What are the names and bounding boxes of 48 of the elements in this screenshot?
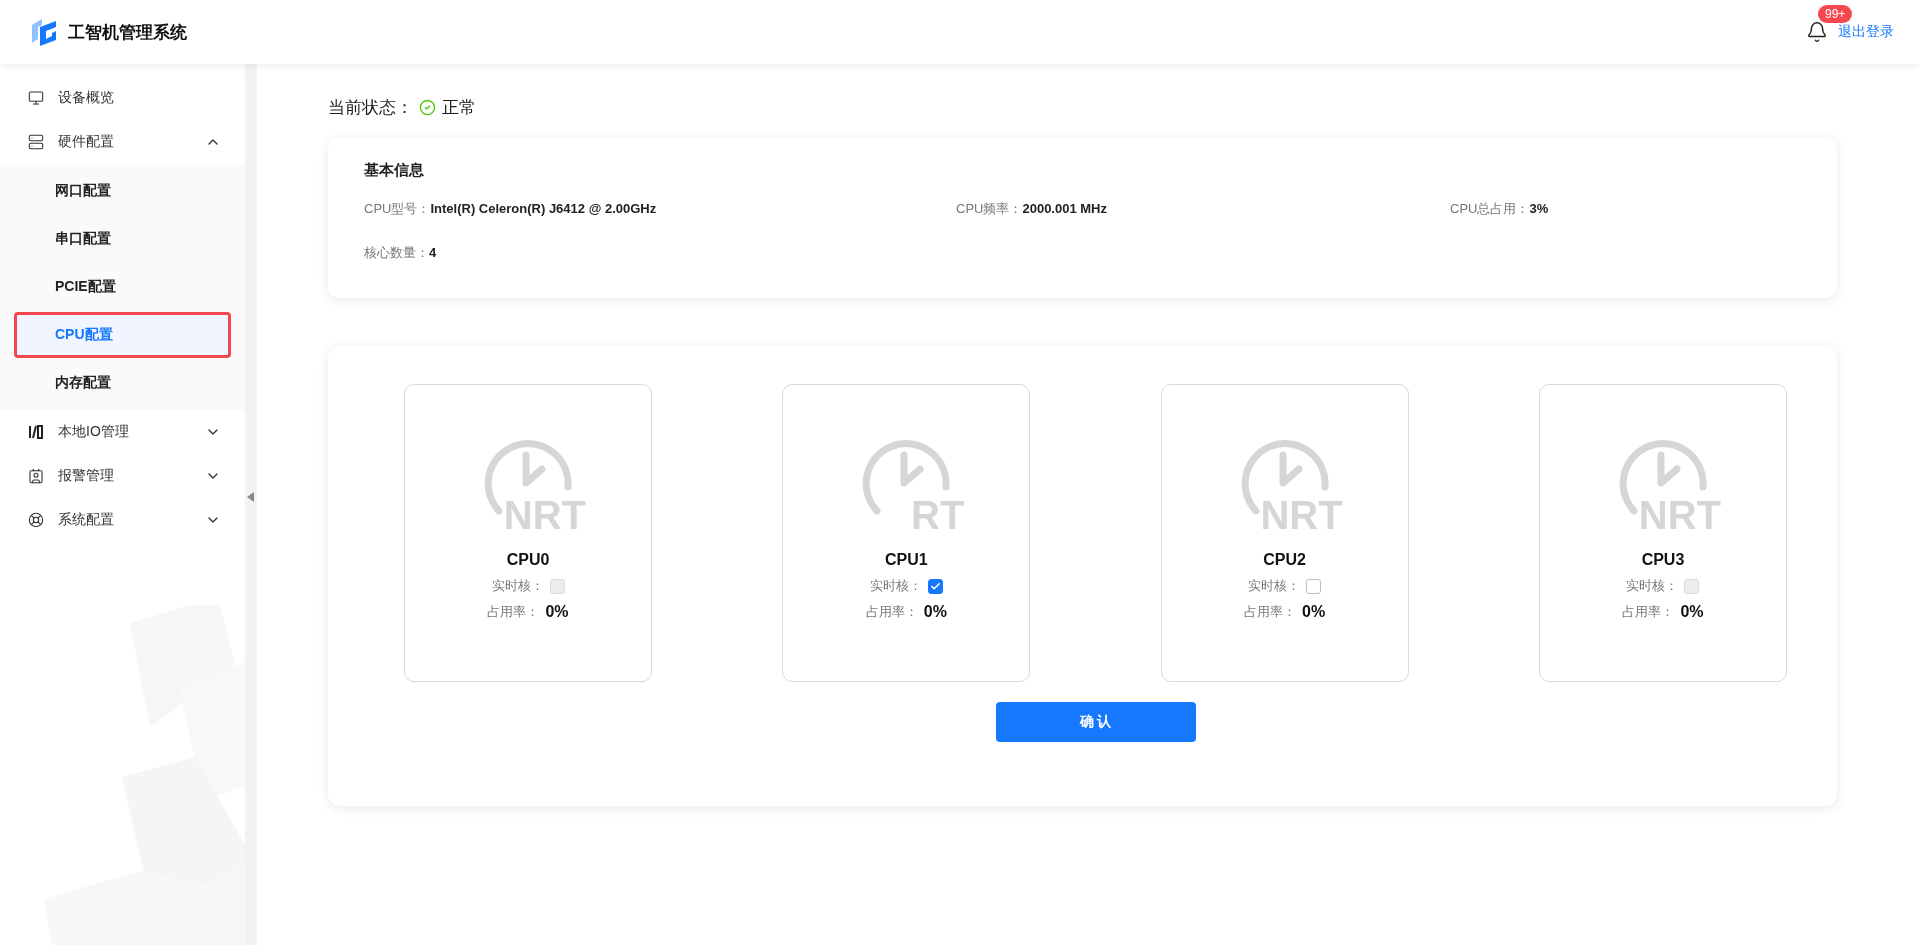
submenu-item[interactable]: 串口配置 bbox=[14, 216, 231, 262]
usage-value: 0% bbox=[1302, 603, 1326, 621]
status-value: 正常 bbox=[442, 97, 476, 119]
info-field: 核心数量：4 bbox=[364, 244, 956, 262]
app-title: 工智机管理系统 bbox=[68, 21, 187, 44]
realtime-label: 实时核： bbox=[1248, 577, 1301, 595]
status-label: 当前状态： bbox=[328, 97, 413, 119]
sidebar-item[interactable]: 本地IO管理 bbox=[0, 410, 245, 454]
device-icon bbox=[28, 134, 44, 150]
confirm-button[interactable]: 确 认 bbox=[995, 702, 1196, 742]
sidebar-item[interactable]: 报警管理 bbox=[0, 454, 245, 498]
bell-icon[interactable] bbox=[1806, 21, 1828, 43]
submenu-item[interactable]: PCIE配置 bbox=[14, 264, 231, 310]
realtime-label: 实时核： bbox=[1626, 577, 1679, 595]
alarm-card-icon bbox=[28, 468, 44, 484]
collapse-arrow-icon[interactable] bbox=[247, 492, 255, 502]
realtime-label: 实时核： bbox=[491, 577, 544, 595]
usage-label: 占用率： bbox=[487, 603, 540, 621]
usage-label: 占用率： bbox=[1244, 603, 1297, 621]
check-circle-icon bbox=[419, 99, 436, 116]
sidebar-item[interactable]: 硬件配置 bbox=[0, 120, 245, 164]
realtime-checkbox[interactable] bbox=[1306, 578, 1322, 594]
cpu-name: CPU0 bbox=[506, 551, 550, 569]
usage-value: 0% bbox=[923, 603, 947, 621]
info-field: CPU频率：2000.001 MHz bbox=[956, 200, 1450, 218]
realtime-checkbox[interactable] bbox=[927, 578, 943, 594]
submenu-item[interactable]: 网口配置 bbox=[14, 168, 231, 214]
cpu-name: CPU3 bbox=[1641, 551, 1685, 569]
sidebar-item[interactable]: 系统配置 bbox=[0, 498, 245, 542]
card-title: 基本信息 bbox=[364, 161, 425, 180]
submenu-item[interactable]: CPU配置 bbox=[14, 312, 231, 358]
cpu-name: CPU1 bbox=[885, 551, 928, 569]
usage-label: 占用率： bbox=[865, 603, 918, 621]
logout-link[interactable]: 退出登录 bbox=[1838, 23, 1894, 41]
usage-value: 0% bbox=[1680, 603, 1704, 621]
lifebuoy-icon bbox=[28, 512, 44, 528]
info-field: CPU总占用：3% bbox=[1450, 200, 1801, 218]
notification-badge: 99+ bbox=[1818, 5, 1853, 23]
sidebar-item[interactable]: 设备概览 bbox=[0, 76, 245, 120]
cpu-name: CPU2 bbox=[1263, 551, 1306, 569]
usage-value: 0% bbox=[545, 603, 569, 621]
submenu-item[interactable]: 内存配置 bbox=[14, 360, 231, 406]
io-icon bbox=[28, 424, 44, 440]
realtime-label: 实时核： bbox=[869, 577, 922, 595]
info-field: CPU型号：Intel(R) Celeron(R) J6412 @ 2.00GHz bbox=[364, 200, 956, 218]
monitor-icon bbox=[28, 90, 44, 106]
check-icon bbox=[929, 580, 941, 592]
usage-label: 占用率： bbox=[1622, 603, 1675, 621]
